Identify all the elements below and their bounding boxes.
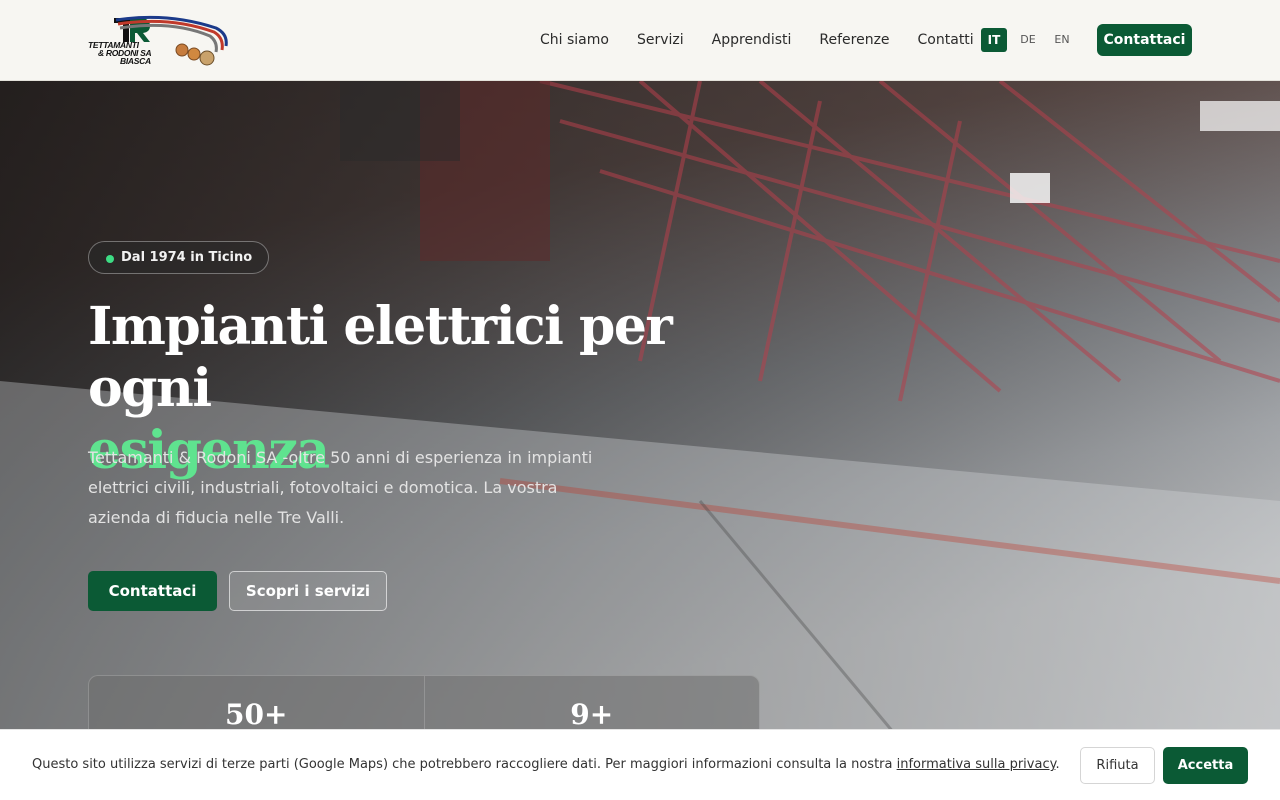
hero-title-main: Impianti elettrici per ogni — [88, 296, 673, 419]
logo-line-3: BIASCA — [120, 56, 151, 66]
cookie-suffix: . — [1055, 757, 1060, 772]
founding-badge: Dal 1974 in Ticino — [88, 241, 270, 274]
cookie-message: Questo sito utilizza servizi di terze pa… — [32, 756, 1060, 774]
badge-label: Dal 1974 in Ticino — [121, 250, 253, 265]
language-switcher: IT DE EN — [981, 28, 1075, 52]
site-header: TETTAMANTI & RODONI SA BIASCA Chi siamo … — [0, 0, 1280, 81]
logo-text: TETTAMANTI & RODONI SA BIASCA — [88, 41, 152, 66]
nav-chi-siamo[interactable]: Chi siamo — [540, 30, 609, 50]
lang-en[interactable]: EN — [1049, 28, 1075, 52]
main-nav: Chi siamo Servizi Apprendisti Referenze … — [540, 30, 1002, 50]
hero-section: Dal 1974 in Ticino Impianti elettrici pe… — [0, 81, 1280, 800]
cookie-text: Questo sito utilizza servizi di terze pa… — [32, 757, 897, 772]
discover-services-button[interactable]: Scopri i servizi — [229, 571, 387, 611]
cookie-accept-button[interactable]: Accetta — [1163, 747, 1248, 784]
nav-servizi[interactable]: Servizi — [637, 30, 684, 50]
hero-contact-button[interactable]: Contattaci — [88, 571, 217, 611]
status-dot-icon — [106, 255, 114, 263]
nav-apprendisti[interactable]: Apprendisti — [712, 30, 792, 50]
nav-referenze[interactable]: Referenze — [819, 30, 889, 50]
cookie-reject-button[interactable]: Rifiuta — [1080, 747, 1155, 784]
header-contact-button[interactable]: Contattaci — [1097, 24, 1192, 56]
company-logo[interactable]: TETTAMANTI & RODONI SA BIASCA — [88, 14, 233, 68]
lang-de[interactable]: DE — [1015, 28, 1041, 52]
cookie-banner: Questo sito utilizza servizi di terze pa… — [0, 729, 1280, 800]
nav-contatti[interactable]: Contatti — [918, 30, 974, 50]
privacy-policy-link[interactable]: informativa sulla privacy — [897, 757, 1056, 772]
lang-it[interactable]: IT — [981, 28, 1007, 52]
hero-description: Tettamanti & Rodoni SA -oltre 50 anni di… — [88, 448, 593, 527]
